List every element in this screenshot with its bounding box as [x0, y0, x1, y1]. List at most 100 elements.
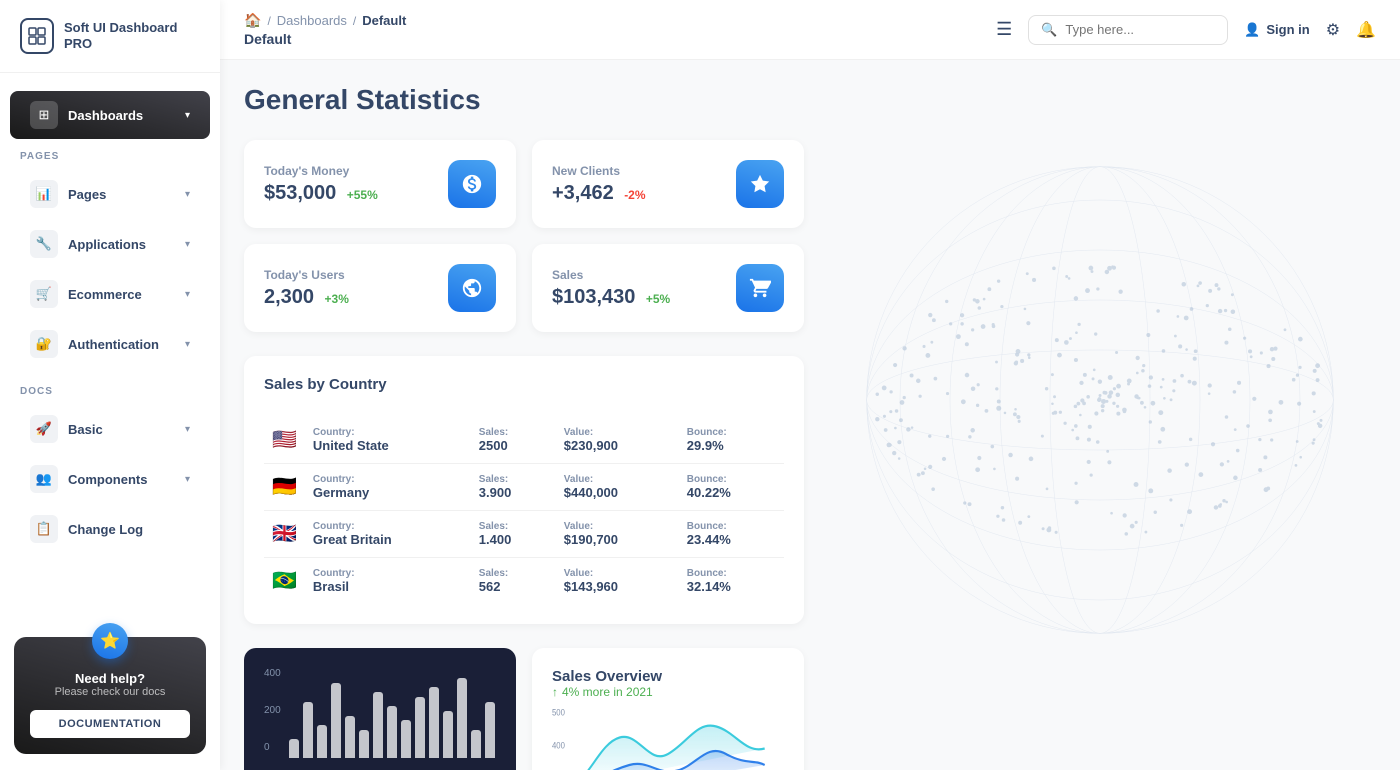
bar	[303, 702, 313, 758]
flag-cell: 🇺🇸	[264, 417, 305, 464]
stat-label-sales: Sales	[552, 268, 670, 282]
col-sales-header	[471, 409, 556, 417]
basic-chevron: ▾	[185, 424, 190, 435]
authentication-chevron: ▾	[185, 339, 190, 350]
bottom-charts-grid: 400 200 0 Sales Overview ↑ 4% more in 20…	[244, 648, 804, 770]
flag-cell: 🇬🇧	[264, 511, 305, 558]
sidebar-item-authentication[interactable]: 🔐 Authentication ▾	[10, 320, 210, 368]
stat-change-clients: -2%	[624, 188, 645, 202]
flag-cell: 🇧🇷	[264, 558, 305, 605]
globe-decoration: // dots are rendered via CSS	[800, 150, 1400, 650]
sidebar-item-pages[interactable]: 📊 Pages ▾	[10, 170, 210, 218]
sales-by-country-section: Sales by Country 🇺🇸 Country: United Stat…	[244, 356, 804, 624]
bar	[429, 687, 439, 758]
sidebar-item-components[interactable]: 👥 Components ▾	[10, 455, 210, 503]
search-icon: 🔍	[1041, 22, 1057, 38]
chart-y-label-200: 200	[264, 705, 281, 716]
help-title: Need help?	[30, 671, 190, 686]
value-cell: Value: $143,960	[556, 558, 679, 605]
table-row: 🇬🇧 Country: Great Britain Sales: 1.400 V…	[264, 511, 784, 558]
sales-line-chart: 500 400	[552, 699, 784, 770]
applications-chevron: ▾	[185, 239, 190, 250]
notification-icon[interactable]: 🔔	[1356, 20, 1376, 40]
arrow-up-icon: ↑	[552, 685, 558, 699]
components-chevron: ▾	[185, 474, 190, 485]
bar	[345, 716, 355, 758]
bar	[289, 739, 299, 758]
logo-icon	[20, 18, 54, 54]
country-table: 🇺🇸 Country: United State Sales: 2500 Val…	[264, 409, 784, 604]
bar	[373, 692, 383, 758]
stat-value-users: 2,300	[264, 286, 314, 308]
stat-label-clients: New Clients	[552, 164, 646, 178]
home-icon[interactable]: 🏠	[244, 12, 261, 29]
dashboards-icon: ⊞	[30, 101, 58, 129]
breadcrumb-dashboards[interactable]: Dashboards	[277, 13, 347, 28]
bar	[387, 706, 397, 758]
components-icon: 👥	[30, 465, 58, 493]
sidebar-item-applications[interactable]: 🔧 Applications ▾	[10, 220, 210, 268]
stat-change-money: +55%	[347, 188, 378, 202]
page-main-title: General Statistics	[244, 84, 1376, 116]
stat-value-clients: +3,462	[552, 182, 614, 204]
page-title-header: Default	[244, 31, 406, 47]
value-cell: Value: $230,900	[556, 417, 679, 464]
sales-cell: Sales: 2500	[471, 417, 556, 464]
bounce-cell: Bounce: 23.44%	[679, 511, 784, 558]
stat-card-money: Today's Money $53,000 +55%	[244, 140, 516, 228]
stat-label-money: Today's Money	[264, 164, 378, 178]
ecommerce-label: Ecommerce	[68, 287, 142, 302]
sales-overview-percent: 4% more in 2021	[562, 685, 653, 699]
stat-change-users: +3%	[325, 292, 349, 306]
help-star-icon: ⭐	[92, 623, 128, 659]
settings-icon[interactable]: ⚙	[1326, 20, 1340, 40]
stat-icon-users	[448, 264, 496, 312]
bar	[359, 730, 369, 758]
help-card: ⭐ Need help? Please check our docs DOCUM…	[14, 637, 206, 754]
sidebar-nav: ⊞ Dashboards ▾ PAGES 📊 Pages ▾ 🔧 Applica…	[0, 73, 220, 621]
country-cell: Country: Germany	[305, 464, 471, 511]
country-cell: Country: Great Britain	[305, 511, 471, 558]
header: 🏠 / Dashboards / Default Default ☰ 🔍 👤 S…	[220, 0, 1400, 60]
bar	[457, 678, 467, 758]
authentication-icon: 🔐	[30, 330, 58, 358]
search-box[interactable]: 🔍	[1028, 15, 1228, 45]
chart-y-label-0: 0	[264, 742, 281, 753]
sales-overview-title: Sales Overview	[552, 668, 784, 685]
bar	[471, 730, 481, 758]
sign-in-button[interactable]: 👤 Sign in	[1244, 22, 1310, 38]
changelog-icon: 📋	[30, 515, 58, 543]
sidebar: Soft UI Dashboard PRO ⊞ Dashboards ▾ PAG…	[0, 0, 220, 770]
stat-card-clients: New Clients +3,462 -2%	[532, 140, 804, 228]
changelog-label: Change Log	[68, 522, 143, 537]
breadcrumb-sep2: /	[353, 14, 356, 28]
components-label: Components	[68, 472, 147, 487]
sales-overview-card: Sales Overview ↑ 4% more in 2021	[532, 648, 804, 770]
flag-cell: 🇩🇪	[264, 464, 305, 511]
sales-cell: Sales: 562	[471, 558, 556, 605]
help-subtitle: Please check our docs	[30, 686, 190, 698]
docs-section-label: DOCS	[0, 376, 220, 403]
dashboards-label: Dashboards	[68, 108, 143, 123]
applications-label: Applications	[68, 237, 146, 252]
sidebar-item-basic[interactable]: 🚀 Basic ▾	[10, 405, 210, 453]
header-actions: ☰ 🔍 👤 Sign in ⚙ 🔔	[996, 15, 1376, 45]
hamburger-icon[interactable]: ☰	[996, 19, 1012, 40]
sidebar-item-changelog[interactable]: 📋 Change Log	[10, 505, 210, 553]
documentation-button[interactable]: DOCUMENTATION	[30, 710, 190, 738]
bounce-cell: Bounce: 29.9%	[679, 417, 784, 464]
applications-icon: 🔧	[30, 230, 58, 258]
table-row: 🇺🇸 Country: United State Sales: 2500 Val…	[264, 417, 784, 464]
sidebar-item-ecommerce[interactable]: 🛒 Ecommerce ▾	[10, 270, 210, 318]
search-input[interactable]	[1065, 22, 1215, 37]
bar-chart-card: 400 200 0	[244, 648, 516, 770]
breadcrumb-sep1: /	[267, 14, 270, 28]
ecommerce-icon: 🛒	[30, 280, 58, 308]
sign-in-label: Sign in	[1266, 22, 1309, 37]
table-row: 🇧🇷 Country: Brasil Sales: 562 Value: $14…	[264, 558, 784, 605]
sidebar-item-dashboards[interactable]: ⊞ Dashboards ▾	[10, 91, 210, 139]
pages-icon: 📊	[30, 180, 58, 208]
bounce-cell: Bounce: 32.14%	[679, 558, 784, 605]
bar	[401, 720, 411, 758]
value-cell: Value: $440,000	[556, 464, 679, 511]
